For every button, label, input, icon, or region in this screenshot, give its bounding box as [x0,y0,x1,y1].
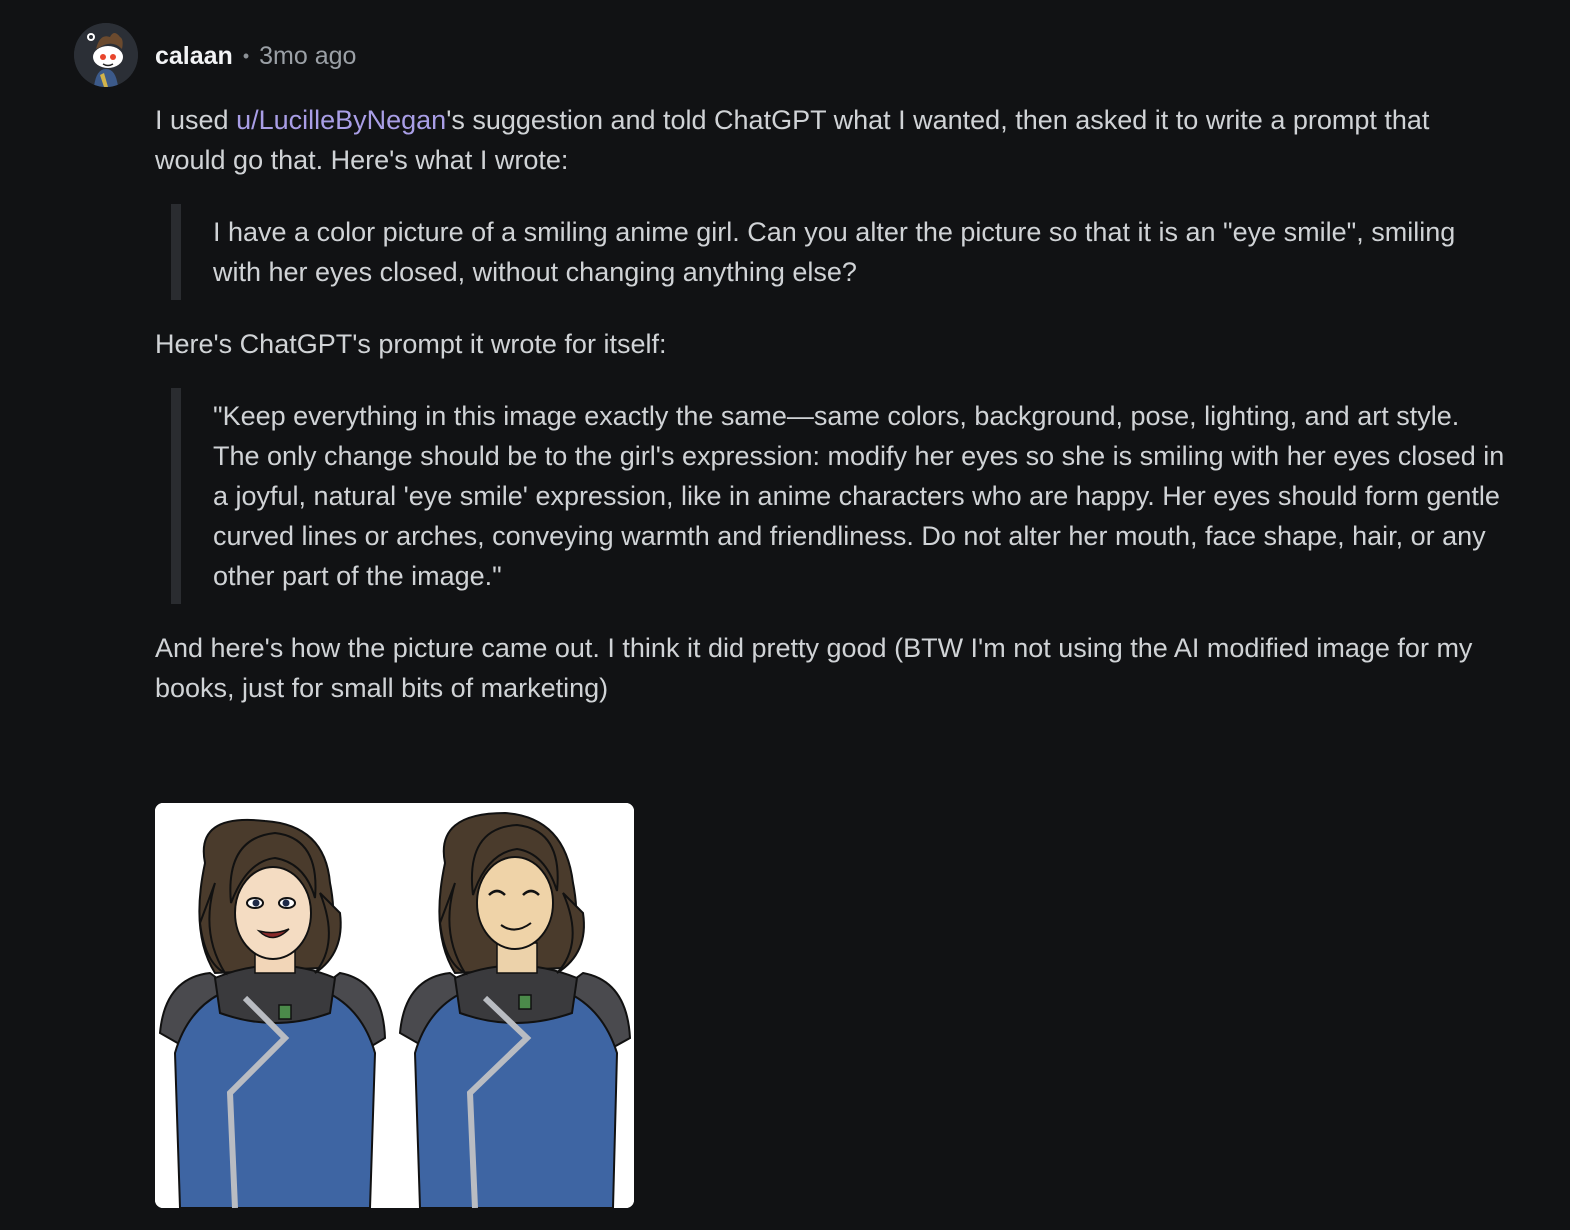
quote-text: I have a color picture of a smiling anim… [213,217,1456,287]
timestamp: 3mo ago [259,41,357,70]
closing-paragraph: And here's how the picture came out. I t… [155,633,1473,703]
intro-paragraph: I used u/LucilleByNegan's suggestion and… [155,100,1505,180]
comment-meta: calaan • 3mo ago [155,38,356,74]
middle-paragraph: Here's ChatGPT's prompt it wrote for its… [155,329,667,359]
anime-girl-comparison-image[interactable] [155,803,634,1208]
blockquote-user-prompt: I have a color picture of a smiling anim… [171,204,1505,300]
snoo-avatar-icon[interactable] [74,23,138,87]
comment-body: I used u/LucilleByNegan's suggestion and… [155,100,1505,708]
author-name[interactable]: calaan [155,42,233,71]
user-mention-link[interactable]: u/LucilleByNegan [236,105,446,135]
intro-text-before: I used [155,105,237,135]
comment: calaan • 3mo ago I used u/LucilleByNegan… [0,0,1570,1230]
quote-text: "Keep everything in this image exactly t… [213,401,1505,591]
meta-separator: • [242,45,250,66]
blockquote-chatgpt-prompt: "Keep everything in this image exactly t… [171,388,1505,604]
